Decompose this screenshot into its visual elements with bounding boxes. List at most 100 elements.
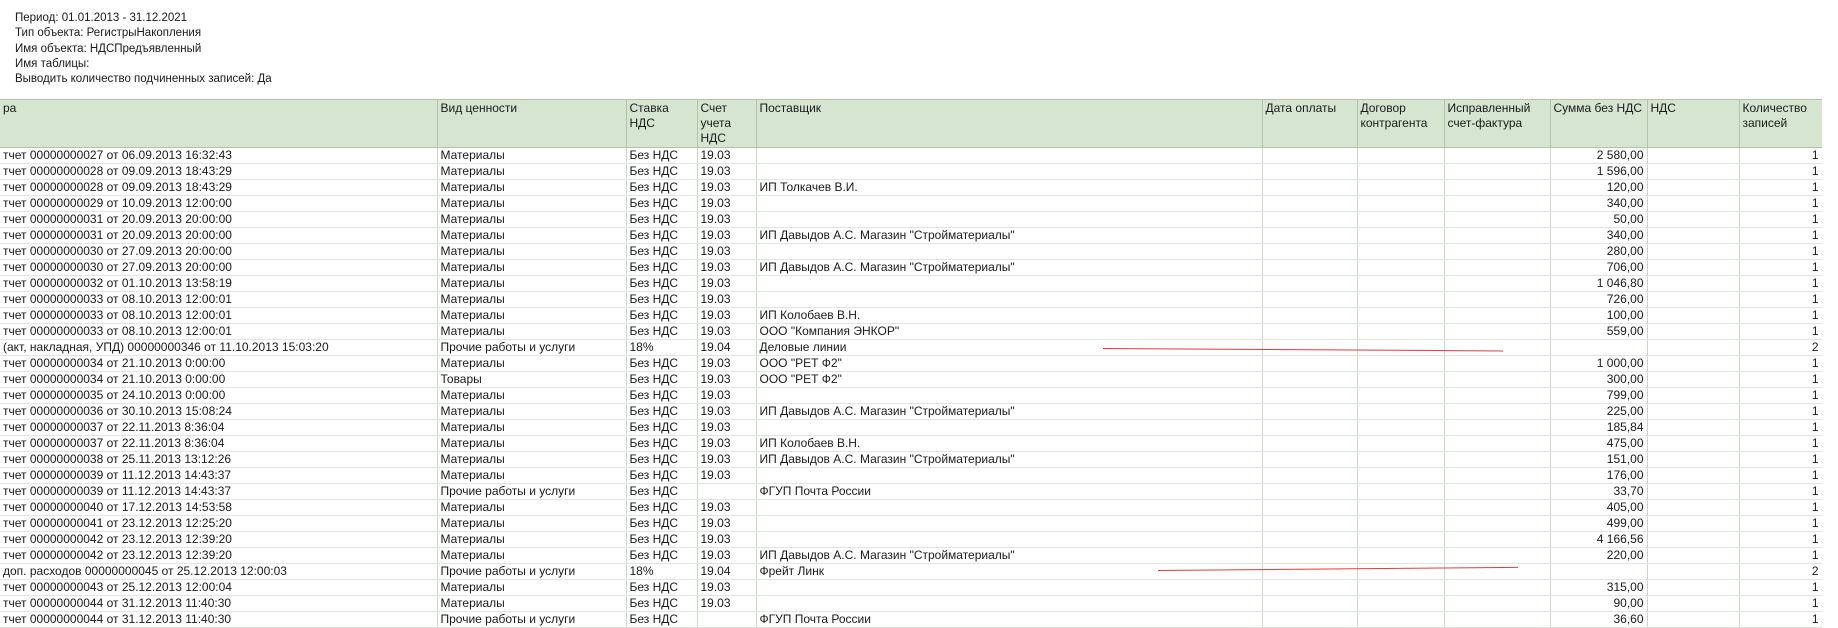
table-row[interactable]: тчет 00000000041 от 23.12.2013 12:25:20 М… bbox=[0, 515, 1822, 532]
table-cell: 19.03 bbox=[697, 419, 757, 436]
table-cell bbox=[1262, 563, 1358, 580]
table-cell: (акт, накладная, УПД) 00000000346 от 11.… bbox=[0, 339, 438, 356]
table-row[interactable]: тчет 00000000028 от 09.09.2013 18:43:29 М… bbox=[0, 163, 1822, 180]
table-cell: 50,00 bbox=[1550, 211, 1648, 228]
table-row[interactable]: тчет 00000000037 от 22.11.2013 8:36:04 Ма… bbox=[0, 419, 1822, 436]
table-row[interactable]: тчет 00000000029 от 10.09.2013 12:00:00 М… bbox=[0, 195, 1822, 212]
column-header[interactable]: Количество записей bbox=[1739, 99, 1822, 148]
table-cell: 19.03 bbox=[697, 595, 757, 612]
table-row[interactable]: тчет 00000000032 от 01.10.2013 13:58:19 М… bbox=[0, 275, 1822, 292]
table-cell bbox=[1357, 403, 1445, 420]
table-cell: 1 bbox=[1739, 595, 1822, 612]
table-cell bbox=[1357, 211, 1445, 228]
table-cell bbox=[756, 195, 1263, 212]
table-cell: Без НДС bbox=[626, 531, 698, 548]
table-row[interactable]: тчет 00000000030 от 27.09.2013 20:00:00 М… bbox=[0, 243, 1822, 260]
table-cell: ИП Давыдов А.С. Магазин "Стройматериалы" bbox=[756, 227, 1263, 244]
table-cell: ФГУП Почта России bbox=[756, 483, 1263, 500]
table-row[interactable]: тчет 00000000037 от 22.11.2013 8:36:04 Ма… bbox=[0, 435, 1822, 452]
table-cell: Прочие работы и услуги bbox=[437, 483, 627, 500]
table-cell: Материалы bbox=[437, 355, 627, 372]
table-cell: Материалы bbox=[437, 211, 627, 228]
table-cell bbox=[1444, 467, 1551, 484]
table-row[interactable]: тчет 00000000033 от 08.10.2013 12:00:01 М… bbox=[0, 291, 1822, 308]
table-row[interactable]: тчет 00000000033 от 08.10.2013 12:00:01 М… bbox=[0, 323, 1822, 340]
table-row[interactable]: тчет 00000000044 от 31.12.2013 11:40:30 П… bbox=[0, 611, 1822, 628]
table-cell bbox=[1357, 467, 1445, 484]
table-cell bbox=[756, 419, 1263, 436]
table-row[interactable]: тчет 00000000035 от 24.10.2013 0:00:00 Ма… bbox=[0, 387, 1822, 404]
table-cell: тчет 00000000028 от 09.09.2013 18:43:29 bbox=[0, 179, 438, 196]
table-cell: тчет 00000000034 от 21.10.2013 0:00:00 bbox=[0, 371, 438, 388]
table-row[interactable]: тчет 00000000031 от 20.09.2013 20:00:00 М… bbox=[0, 227, 1822, 244]
table-row[interactable]: тчет 00000000036 от 30.10.2013 15:08:24 М… bbox=[0, 403, 1822, 420]
table-cell: 706,00 bbox=[1550, 259, 1648, 276]
table-cell bbox=[756, 387, 1263, 404]
table-row[interactable]: тчет 00000000030 от 27.09.2013 20:00:00 М… bbox=[0, 259, 1822, 276]
table-cell: ФГУП Почта России bbox=[756, 611, 1263, 628]
column-header[interactable]: НДС bbox=[1647, 99, 1740, 148]
table-row[interactable]: тчет 00000000039 от 11.12.2013 14:43:37 М… bbox=[0, 467, 1822, 484]
table-cell: 151,00 bbox=[1550, 451, 1648, 468]
table-row[interactable]: тчет 00000000027 от 06.09.2013 16:32:43 М… bbox=[0, 147, 1822, 164]
table-cell: 300,00 bbox=[1550, 371, 1648, 388]
column-header[interactable]: Поставщик bbox=[756, 99, 1263, 148]
table-cell bbox=[1444, 291, 1551, 308]
table-cell: 19.03 bbox=[697, 243, 757, 260]
table-row[interactable]: доп. расходов 00000000045 от 25.12.2013 … bbox=[0, 563, 1822, 580]
table-row[interactable]: тчет 00000000042 от 23.12.2013 12:39:20 М… bbox=[0, 547, 1822, 564]
column-header[interactable]: Дата оплаты bbox=[1262, 99, 1358, 148]
table-cell: Без НДС bbox=[626, 467, 698, 484]
table-cell bbox=[1647, 419, 1740, 436]
table-row[interactable]: тчет 00000000039 от 11.12.2013 14:43:37 П… bbox=[0, 483, 1822, 500]
table-cell bbox=[1262, 547, 1358, 564]
table-cell bbox=[1262, 435, 1358, 452]
table-cell bbox=[1647, 515, 1740, 532]
table-cell: 19.03 bbox=[697, 323, 757, 340]
column-header[interactable]: Вид ценности bbox=[437, 99, 627, 148]
table-row[interactable]: тчет 00000000028 от 09.09.2013 18:43:29 М… bbox=[0, 179, 1822, 196]
table-cell: ИП Давыдов А.С. Магазин "Стройматериалы" bbox=[756, 403, 1263, 420]
table-cell: Без НДС bbox=[626, 547, 698, 564]
table-cell: 1 bbox=[1739, 211, 1822, 228]
table-row[interactable]: тчет 00000000034 от 21.10.2013 0:00:00 То… bbox=[0, 371, 1822, 388]
table-cell: Без НДС bbox=[626, 595, 698, 612]
table-cell: 19.03 bbox=[697, 435, 757, 452]
table-cell bbox=[1357, 259, 1445, 276]
table-cell: Материалы bbox=[437, 307, 627, 324]
table-cell bbox=[1444, 435, 1551, 452]
table-cell: 19.03 bbox=[697, 259, 757, 276]
header-line: Период: 01.01.2013 - 31.12.2021 bbox=[15, 12, 188, 24]
table-cell: Материалы bbox=[437, 163, 627, 180]
table-cell: 19.03 bbox=[697, 195, 757, 212]
column-header[interactable]: Договор контрагента bbox=[1357, 99, 1445, 148]
table-cell: 176,00 bbox=[1550, 467, 1648, 484]
table-row[interactable]: тчет 00000000034 от 21.10.2013 0:00:00 Ма… bbox=[0, 355, 1822, 372]
table-row[interactable]: тчет 00000000043 от 25.12.2013 12:00:04 М… bbox=[0, 579, 1822, 596]
table-cell: 1 bbox=[1739, 179, 1822, 196]
table-row[interactable]: тчет 00000000042 от 23.12.2013 12:39:20 М… bbox=[0, 531, 1822, 548]
table-row[interactable]: (акт, накладная, УПД) 00000000346 от 11.… bbox=[0, 339, 1822, 356]
column-header[interactable]: Счет учета НДС bbox=[697, 99, 757, 148]
column-header[interactable]: Сумма без НДС bbox=[1550, 99, 1648, 148]
table-cell: доп. расходов 00000000045 от 25.12.2013 … bbox=[0, 563, 438, 580]
table-cell bbox=[1444, 323, 1551, 340]
table-cell bbox=[1357, 611, 1445, 628]
table-row[interactable]: тчет 00000000033 от 08.10.2013 12:00:01 М… bbox=[0, 307, 1822, 324]
table-cell bbox=[1647, 547, 1740, 564]
table-cell bbox=[1262, 595, 1358, 612]
column-header[interactable]: ра bbox=[0, 99, 438, 148]
table-cell: тчет 00000000032 от 01.10.2013 13:58:19 bbox=[0, 275, 438, 292]
table-cell bbox=[756, 467, 1263, 484]
table-cell: 1 596,00 bbox=[1550, 163, 1648, 180]
table-row[interactable]: тчет 00000000044 от 31.12.2013 11:40:30 М… bbox=[0, 595, 1822, 612]
column-header[interactable]: Исправленный счет-фактура bbox=[1444, 99, 1551, 148]
table-cell: 475,00 bbox=[1550, 435, 1648, 452]
column-header[interactable]: Ставка НДС bbox=[626, 99, 698, 148]
table-cell bbox=[1647, 275, 1740, 292]
table-row[interactable]: тчет 00000000031 от 20.09.2013 20:00:00 М… bbox=[0, 211, 1822, 228]
table-cell bbox=[697, 483, 757, 500]
table-row[interactable]: тчет 00000000040 от 17.12.2013 14:53:58 М… bbox=[0, 499, 1822, 516]
table-row[interactable]: тчет 00000000038 от 25.11.2013 13:12:26 М… bbox=[0, 451, 1822, 468]
table-cell: ИП Колобаев В.Н. bbox=[756, 307, 1263, 324]
